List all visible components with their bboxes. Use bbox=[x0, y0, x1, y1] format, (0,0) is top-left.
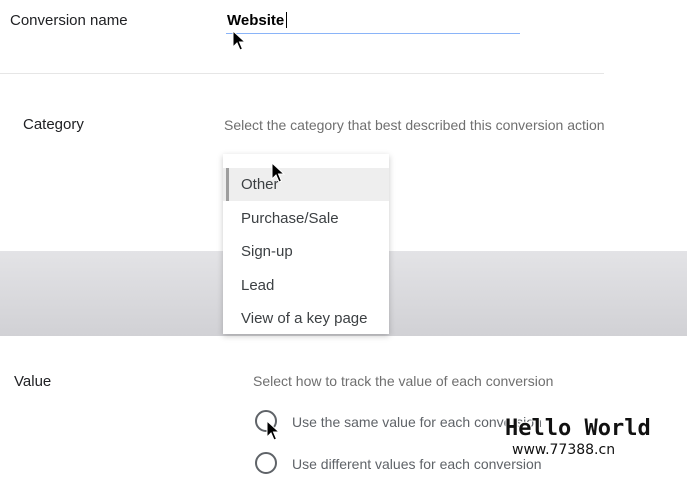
category-option-other[interactable]: Other bbox=[223, 168, 389, 201]
section-divider bbox=[0, 73, 604, 74]
radio-different-values[interactable] bbox=[255, 452, 277, 474]
mouse-cursor-icon bbox=[232, 30, 246, 51]
mouse-cursor-icon bbox=[271, 162, 285, 183]
text-caret bbox=[286, 12, 287, 28]
radio-different-values-label[interactable]: Use different values for each conversion bbox=[292, 456, 542, 472]
conversion-name-input[interactable] bbox=[226, 8, 520, 34]
category-dropdown-menu[interactable]: Other Purchase/Sale Sign-up Lead View of… bbox=[223, 154, 389, 334]
conversion-name-label: Conversion name bbox=[10, 12, 128, 29]
value-helper-text: Select how to track the value of each co… bbox=[253, 373, 554, 389]
watermark-url: www.77388.cn bbox=[512, 442, 616, 458]
value-label: Value bbox=[14, 373, 52, 390]
category-option-purchase-sale[interactable]: Purchase/Sale bbox=[223, 202, 389, 235]
category-helper-text: Select the category that best described … bbox=[224, 117, 605, 133]
mouse-cursor-icon bbox=[266, 420, 280, 441]
category-label: Category bbox=[23, 116, 84, 133]
category-option-lead[interactable]: Lead bbox=[223, 269, 389, 302]
category-option-sign-up[interactable]: Sign-up bbox=[223, 235, 389, 268]
category-option-view-key-page[interactable]: View of a key page bbox=[223, 302, 389, 334]
watermark-title: Hello World bbox=[505, 416, 651, 441]
